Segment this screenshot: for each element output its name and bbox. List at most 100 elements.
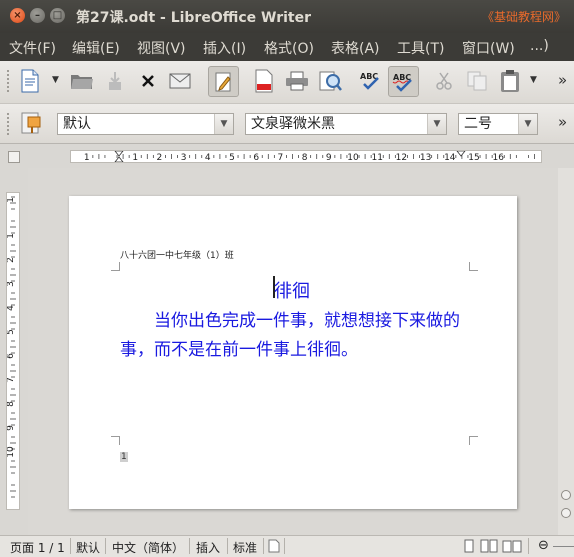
ruler-label: 3 (181, 153, 187, 162)
status-page-count[interactable]: 页面 1 / 1 (10, 539, 65, 556)
indent-marker[interactable] (114, 156, 124, 162)
text-boundary-mark (469, 262, 478, 271)
page-number-field: 1 (120, 452, 128, 462)
window-title: 第27课.odt - LibreOffice Writer (76, 10, 312, 26)
print-button[interactable] (283, 67, 311, 95)
autospellcheck-button[interactable]: ABC (388, 66, 419, 97)
zoom-out-button[interactable]: ⊖ (538, 538, 549, 553)
ruler-label: 4 (205, 153, 211, 162)
document-heading[interactable]: 徘徊 (274, 277, 310, 303)
single-page-view-icon[interactable] (462, 539, 476, 553)
ruler-ticks: 1 1 2 3 4 5 6 7 8 9 10 11 12 13 14 15 16 (84, 151, 535, 162)
status-separator (263, 538, 264, 554)
zoom-slider[interactable] (553, 546, 574, 547)
document-modified-icon[interactable] (268, 539, 280, 553)
envelope-icon (169, 73, 191, 89)
close-window-button[interactable]: × (10, 8, 25, 23)
edit-pencil-icon (215, 72, 231, 91)
book-view-icon[interactable] (502, 539, 522, 553)
status-insert-mode[interactable]: 插入 (196, 539, 220, 556)
document-page[interactable]: 八十六团一中七年级（1）班 徘徊 当你出色完成一件事，就想想接下来做的事，而不是… (69, 196, 517, 509)
scroll-dot-icon[interactable] (561, 490, 571, 500)
open-button[interactable] (68, 67, 96, 95)
font-name-combo[interactable]: 文泉驿微米黑 ▼ (245, 113, 447, 135)
paragraph-style-combo[interactable]: 默认 ▼ (57, 113, 234, 135)
status-bar: 页面 1 / 1 默认 中文（简体） 插入 标准 ⊖ (0, 535, 574, 557)
copy-icon (467, 71, 487, 91)
maximize-window-button[interactable]: □ (50, 8, 65, 23)
scroll-dot-icon[interactable] (561, 508, 571, 518)
status-separator (70, 538, 71, 554)
document-workspace[interactable]: 八十六团一中七年级（1）班 徘徊 当你出色完成一件事，就想想接下来做的事，而不是… (28, 168, 558, 535)
print-preview-icon (319, 71, 342, 91)
ruler-label: 8 (7, 401, 16, 407)
ruler-label: 6 (7, 353, 16, 359)
autospellcheck-icon: ABC (392, 73, 412, 92)
status-selection-mode[interactable]: 标准 (233, 539, 257, 556)
styles-button[interactable] (18, 109, 46, 137)
menu-format[interactable]: 格式(O) (264, 38, 314, 58)
email-button[interactable] (166, 67, 194, 95)
menu-tools[interactable]: 工具(T) (397, 38, 444, 58)
toolbar-overflow-button[interactable]: » (558, 71, 567, 89)
tab-stop-selector[interactable] (8, 151, 20, 163)
status-page-style[interactable]: 默认 (76, 539, 100, 556)
clipboard-icon (501, 70, 519, 92)
folder-open-icon (71, 75, 93, 89)
chevron-down-icon[interactable]: ▼ (518, 114, 537, 134)
ruler-label: 15 (468, 153, 479, 162)
vertical-scrollbar[interactable] (558, 168, 574, 535)
status-language[interactable]: 中文（简体） (112, 539, 184, 556)
ruler-label: 9 (326, 153, 332, 162)
font-size-combo[interactable]: 二号 ▼ (458, 113, 538, 135)
paste-button[interactable] (496, 67, 524, 95)
edit-mode-button[interactable] (208, 66, 239, 97)
pdf-icon (255, 69, 273, 93)
paste-dropdown-icon[interactable]: ▼ (530, 75, 537, 85)
ruler-label: 6 (253, 153, 259, 162)
vertical-ruler[interactable]: 1 1 2 3 4 5 6 7 8 9 10 (6, 192, 20, 510)
menu-table[interactable]: 表格(A) (331, 38, 380, 58)
menu-view[interactable]: 视图(V) (137, 38, 186, 58)
minimize-window-button[interactable]: – (30, 8, 45, 23)
format-toolbar-overflow-button[interactable]: » (558, 113, 567, 131)
save-icon (109, 72, 121, 90)
new-dropdown-icon[interactable]: ▼ (52, 75, 59, 85)
save-button[interactable] (101, 67, 129, 95)
ruler-label: 12 (396, 153, 407, 162)
copy-button[interactable] (463, 67, 491, 95)
cut-button[interactable] (430, 67, 458, 95)
menu-edit[interactable]: 编辑(E) (72, 38, 120, 58)
ruler-strip: 1 1 2 3 4 5 6 7 8 9 10 11 12 13 14 15 16 (70, 150, 542, 163)
document-body-paragraph[interactable]: 当你出色完成一件事，就想想接下来做的事，而不是在前一件事上徘徊。 (120, 307, 468, 365)
toolbar-grip[interactable] (6, 69, 10, 93)
horizontal-ruler[interactable]: 1 1 2 3 4 5 6 7 8 9 10 11 12 13 14 15 16 (28, 144, 574, 168)
text-boundary-mark (111, 262, 120, 271)
title-bar: × – □ 第27课.odt - LibreOffice Writer 《基础教… (0, 0, 574, 33)
close-document-button[interactable] (134, 67, 162, 95)
menu-window[interactable]: 窗口(W) (462, 38, 515, 58)
font-name-value: 文泉驿微米黑 (251, 116, 335, 132)
indent-marker[interactable] (114, 151, 124, 157)
print-preview-button[interactable] (316, 67, 344, 95)
menu-file[interactable]: 文件(F) (9, 38, 56, 58)
export-pdf-button[interactable] (250, 67, 278, 95)
ruler-label: 2 (157, 153, 163, 162)
chevron-down-icon[interactable]: ▼ (214, 114, 233, 134)
multi-page-view-icon[interactable] (480, 539, 498, 553)
status-separator (284, 538, 285, 554)
indent-marker[interactable] (456, 151, 466, 157)
ruler-label: 10 (7, 446, 16, 458)
chevron-down-icon[interactable]: ▼ (427, 114, 446, 134)
formatting-toolbar: 默认 ▼ 文泉驿微米黑 ▼ 二号 ▼ » (0, 104, 574, 144)
ruler-label: 10 (347, 153, 359, 162)
toolbar-grip[interactable] (6, 112, 10, 136)
printer-icon (286, 71, 308, 91)
new-document-button[interactable] (16, 67, 44, 95)
menu-overflow[interactable]: ...) (530, 38, 549, 54)
ruler-label: 16 (492, 153, 504, 162)
menu-bar: 文件(F) 编辑(E) 视图(V) 插入(I) 格式(O) 表格(A) 工具(T… (0, 33, 574, 61)
ruler-label: 7 (7, 377, 16, 383)
spellcheck-button[interactable]: ABC (357, 67, 385, 95)
menu-insert[interactable]: 插入(I) (203, 38, 246, 58)
